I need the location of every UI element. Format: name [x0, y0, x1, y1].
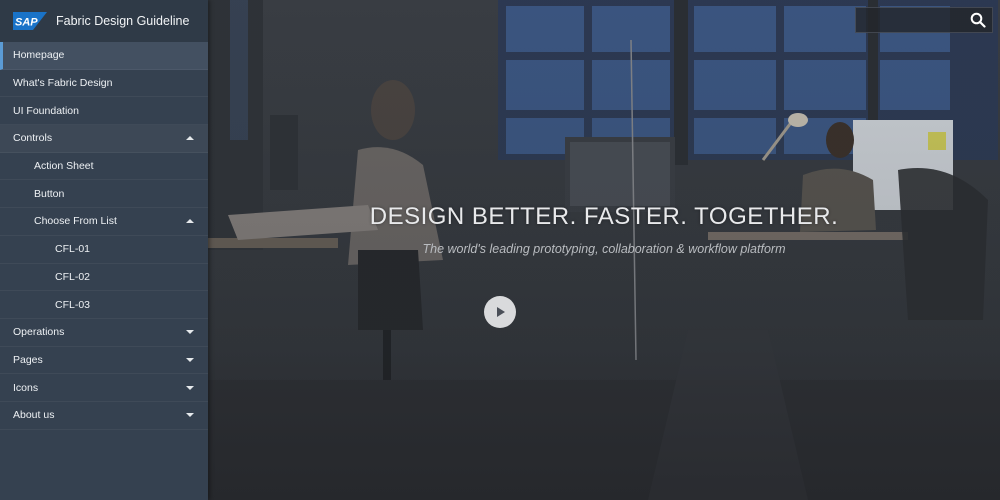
sidebar-item-label: Button	[34, 187, 65, 200]
sidebar-item-operations[interactable]: Operations	[0, 319, 208, 347]
sidebar-item-label: UI Foundation	[13, 104, 79, 117]
search-icon[interactable]	[970, 12, 986, 28]
sidebar-item-homepage[interactable]: Homepage	[0, 42, 208, 70]
chevron-down-icon	[186, 330, 194, 335]
sidebar: SAP Fabric Design Guideline Homepage Wha…	[0, 0, 208, 500]
hero-tagline: The world's leading prototyping, collabo…	[422, 242, 786, 256]
chevron-up-icon	[186, 136, 194, 141]
sidebar-item-label: CFL-01	[55, 243, 91, 256]
sidebar-item-ui-foundation[interactable]: UI Foundation	[0, 97, 208, 126]
search-input[interactable]	[860, 11, 972, 31]
chevron-up-icon	[186, 219, 194, 224]
sidebar-item-label: Homepage	[13, 49, 65, 62]
sidebar-item-label: Controls	[13, 132, 53, 145]
play-icon	[497, 307, 505, 317]
sap-logo[interactable]: SAP	[13, 12, 47, 30]
sidebar-item-label: Pages	[13, 353, 43, 366]
search-box[interactable]	[855, 7, 993, 33]
sidebar-header: SAP Fabric Design Guideline	[0, 0, 208, 42]
sidebar-item-label: Operations	[13, 326, 65, 339]
sidebar-item-action-sheet[interactable]: Action Sheet	[0, 153, 208, 181]
sidebar-item-label: Action Sheet	[34, 160, 94, 173]
sidebar-item-pages[interactable]: Pages	[0, 347, 208, 375]
sidebar-item-label: Icons	[13, 381, 39, 394]
chevron-down-icon	[186, 413, 194, 418]
sidebar-item-label: Choose From List	[34, 215, 117, 228]
sidebar-item-label: CFL-03	[55, 298, 91, 311]
hero-banner: DESIGN BETTER. FASTER. TOGETHER. The wor…	[208, 0, 1000, 500]
sidebar-item-whats-fabric-design[interactable]: What's Fabric Design	[0, 70, 208, 98]
hero-headline: DESIGN BETTER. FASTER. TOGETHER.	[369, 203, 839, 230]
sidebar-item-label: CFL-02	[55, 270, 91, 283]
chevron-down-icon	[186, 385, 194, 390]
app-title: Fabric Design Guideline	[56, 14, 190, 28]
sidebar-item-cfl-01[interactable]: CFL-01	[0, 236, 208, 264]
sidebar-item-about-us[interactable]: About us	[0, 402, 208, 430]
svg-text:SAP: SAP	[15, 17, 38, 29]
sidebar-item-icons[interactable]: Icons	[0, 374, 208, 402]
sidebar-item-cfl-03[interactable]: CFL-03	[0, 291, 208, 319]
sidebar-item-label: What's Fabric Design	[13, 77, 113, 90]
sidebar-item-choose-from-list[interactable]: Choose From List	[0, 208, 208, 236]
sidebar-item-cfl-02[interactable]: CFL-02	[0, 264, 208, 292]
chevron-down-icon	[186, 357, 194, 362]
sidebar-item-button[interactable]: Button	[0, 180, 208, 209]
sidebar-item-controls[interactable]: Controls	[0, 125, 208, 153]
sidebar-item-label: About us	[13, 409, 55, 422]
play-video-button[interactable]	[484, 296, 516, 328]
